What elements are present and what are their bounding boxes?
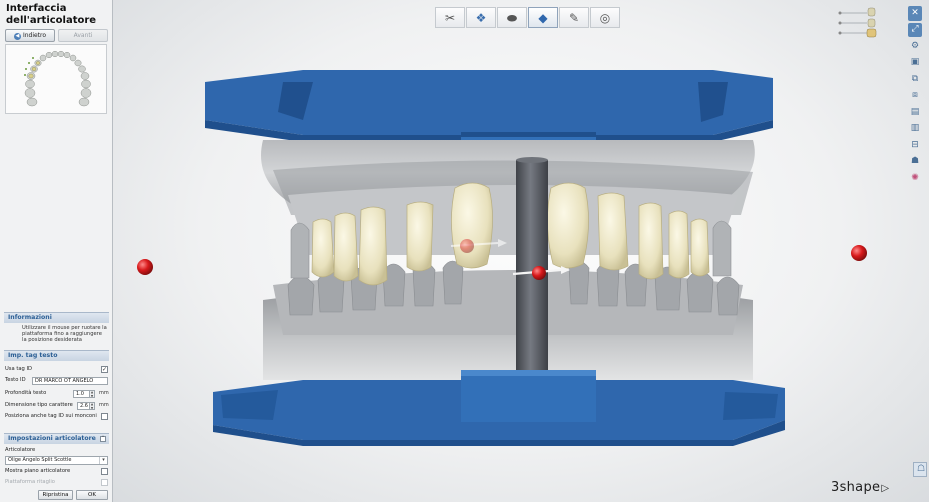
next-button-label: Avanti (73, 32, 93, 39)
side-panel: Interfaccia dell'articolatore ◀ Indietro … (0, 0, 113, 502)
ok-button[interactable]: OK (76, 490, 108, 500)
articulator-select[interactable]: Olige Angelo Split Scottle ▾ (5, 456, 108, 465)
multi-die-icon: ❖ (475, 10, 487, 25)
reset-button[interactable]: Ripristina (38, 490, 73, 500)
show-plane-checkbox[interactable] (101, 468, 108, 475)
font-size-label: Dimensione tipo carattere (5, 402, 73, 408)
3d-viewport[interactable]: ✂ ❖ ⬬ ◆ ✎ ◎ ✕ ⤢ ⚙ ▣ ⧉ ⧈ ▤ ▥ ⊟ ☗ ☖ ✺ 3sha… (113, 0, 929, 502)
text-id-label: Testo ID (5, 377, 26, 383)
font-size-stepper[interactable]: ▲ ▼ (90, 402, 95, 410)
articulator-plate-icon: ◆ (538, 10, 548, 25)
model-toolbar: ✂ ❖ ⬬ ◆ ✎ ◎ (435, 7, 620, 28)
position-tag-label: Posiziona anche tag ID sui monconi (5, 413, 97, 419)
model-lower-icon[interactable]: ☗ (908, 155, 922, 170)
transparency-sliders[interactable] (837, 5, 879, 38)
view-top-icon[interactable]: ▥ (908, 122, 922, 137)
back-button[interactable]: ◀ Indietro (5, 29, 55, 42)
back-arrow-icon: ◀ (13, 33, 21, 40)
articulator-model-scene[interactable] (113, 0, 929, 502)
view-left-icon[interactable]: ⧈ (908, 89, 922, 104)
view-front-icon[interactable]: ▣ (908, 56, 922, 71)
chevron-down-icon: ▾ (99, 457, 107, 464)
model-slider-icon (866, 28, 877, 38)
platform-checkbox[interactable] (101, 479, 108, 486)
view-right-icon[interactable]: ▤ (908, 105, 922, 120)
model-occlusion-icon[interactable]: ☖ (913, 462, 927, 477)
view-bottom-icon[interactable]: ⊟ (908, 138, 922, 153)
brand-logo-text: 3shape (831, 480, 881, 495)
section-articulator-header[interactable]: Impostazioni articolatore ⌃ (4, 433, 109, 444)
sphere-view-icon: ◎ (599, 10, 611, 25)
collapse-icon[interactable]: ⌃ (100, 436, 106, 442)
model-base-button[interactable]: ⬬ (497, 7, 527, 28)
text-id-input[interactable]: DR MARCO OT ANGELO (32, 377, 108, 385)
view-back-icon[interactable]: ⧉ (908, 72, 922, 87)
articulator-plate-button[interactable]: ◆ (528, 7, 558, 28)
back-button-label: Indietro (22, 32, 47, 39)
font-size-input[interactable]: 2.6 (77, 402, 90, 410)
font-size-unit: mm (99, 402, 109, 408)
brand-logo: 3shape▷ (831, 480, 889, 495)
articulator-select-value: Olige Angelo Split Scottle (8, 457, 72, 463)
trim-tool-icon: ✎ (568, 10, 580, 25)
rotation-handle-right[interactable] (851, 245, 867, 261)
section-tag-header[interactable]: Imp. tag testo (4, 350, 109, 361)
text-depth-stepper[interactable]: ▲ ▼ (90, 390, 95, 398)
panel-title: Interfaccia dell'articolatore (6, 3, 97, 26)
articulator-label: Articolatore (5, 447, 36, 453)
show-plane-label: Mostra piano articolatore (5, 468, 71, 474)
use-tag-checkbox[interactable]: ✓ (101, 366, 108, 373)
info-text: Utilizzare il mouse per ruotare la piatt… (22, 325, 107, 342)
section-info-header[interactable]: Informazioni (4, 312, 109, 323)
view-toolbar: ✕ ⤢ ⚙ ▣ ⧉ ⧈ ▤ ▥ ⊟ ☗ ☖ ✺ (908, 6, 927, 477)
next-button[interactable]: Avanti (58, 29, 108, 42)
scissors-tool-button[interactable]: ✂ (435, 7, 465, 28)
multi-die-button[interactable]: ❖ (466, 7, 496, 28)
text-depth-label: Profondità testo (5, 390, 47, 396)
tooth-slider-icon (867, 7, 876, 17)
text-depth-input[interactable]: 1.0 (73, 390, 90, 398)
platform-label: Piattaforma ritaglio (5, 479, 55, 485)
settings-gear-icon[interactable]: ⚙ (908, 39, 922, 54)
lower-base-plate[interactable] (213, 370, 785, 446)
use-tag-label: Usa tag ID (5, 366, 33, 372)
fit-view-icon[interactable]: ⤢ (908, 22, 922, 37)
model-base-icon: ⬬ (506, 10, 518, 25)
dental-arch-icon (24, 50, 92, 107)
section-articulator-title: Impostazioni articolatore (8, 435, 96, 442)
scissors-tool-icon: ✂ (444, 10, 456, 25)
trim-tool-button[interactable]: ✎ (559, 7, 589, 28)
die-slider-icon (867, 18, 876, 28)
dental-arch-thumbnail (5, 44, 107, 114)
close-view-icon[interactable]: ✕ (908, 6, 922, 21)
section-tag-title: Imp. tag testo (8, 352, 58, 359)
text-depth-unit: mm (99, 390, 109, 396)
logo-triangle-icon: ▷ (881, 483, 890, 494)
section-info-title: Informazioni (8, 314, 52, 321)
color-wheel-icon[interactable]: ✺ (908, 171, 922, 186)
sphere-view-button[interactable]: ◎ (590, 7, 620, 28)
rotation-handle-left[interactable] (137, 259, 153, 275)
lower-jaw-model[interactable] (263, 260, 753, 380)
position-tag-checkbox[interactable] (101, 413, 108, 420)
